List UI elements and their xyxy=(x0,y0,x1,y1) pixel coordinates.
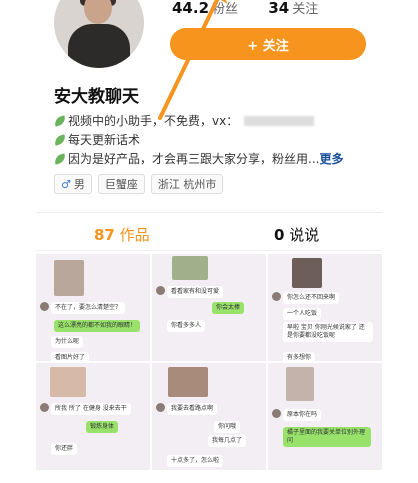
works-label: 作品 xyxy=(119,226,150,244)
leaf-icon xyxy=(52,114,68,127)
photo-image xyxy=(172,256,208,280)
posts-count: 0 xyxy=(274,226,285,244)
bio-text-1: 视频中的小助手，不免费，vx： xyxy=(68,114,239,128)
photo-image xyxy=(168,367,208,397)
avatar-body xyxy=(68,24,130,68)
photo-image xyxy=(54,260,84,296)
chat-bubble: 你问哦 xyxy=(214,421,241,433)
tab-works[interactable]: 87 作品 xyxy=(94,224,150,245)
nickname: 安大教聊天 xyxy=(54,87,139,107)
chat-bubble: 一个人吃饭 xyxy=(283,308,322,320)
leaf-icon xyxy=(52,152,68,165)
work-thumbnail[interactable]: 原本你在吗 橘子里面的我要关单位别外理问 xyxy=(268,363,382,470)
follow-button[interactable]: + 关注 xyxy=(170,28,366,60)
work-thumbnail[interactable]: 你怎么还不回来啊 一个人吃饭 早啦 宝贝 你刚光候说家了 还是你要都没吃饭呢 有… xyxy=(268,254,382,361)
profile-stats: 44.2 粉丝 34 关注 xyxy=(172,0,318,20)
chat-bubble: 橘子里面的我要关单位别外理问 xyxy=(283,427,371,447)
avatar-icon xyxy=(272,409,281,418)
male-icon: ♂ xyxy=(61,177,71,191)
avatar[interactable] xyxy=(54,0,144,68)
tag-location-label: 浙江 杭州市 xyxy=(157,178,217,191)
tag-zodiac-label: 巨蟹座 xyxy=(104,178,138,191)
following-count[interactable]: 34 xyxy=(268,0,289,17)
work-thumbnail[interactable]: 所我 所了 在健身 没来去干 锻炼身体 你还胖 xyxy=(36,363,150,470)
work-thumbnail[interactable]: 不在了，要怎么清楚空？ 这么漂亮的都不如我的眼睛！ 为什么呢 看图片好了 xyxy=(36,254,150,361)
photo-image xyxy=(50,367,86,397)
profile-tags: ♂ 男 巨蟹座 浙江 杭州市 xyxy=(54,174,224,194)
divider xyxy=(36,212,382,213)
tag-location: 浙江 杭州市 xyxy=(150,174,224,194)
works-count: 87 xyxy=(94,226,115,244)
avatar-icon xyxy=(40,403,49,412)
chat-bubble: 早啦 宝贝 你刚光候说家了 还是你要都没吃饭呢 xyxy=(283,322,373,342)
chat-bubble: 锻炼身体 xyxy=(86,421,119,433)
tab-posts[interactable]: 0 说说 xyxy=(274,224,319,245)
chat-bubble: 有多想你 xyxy=(283,352,316,361)
followers-count[interactable]: 44.2 xyxy=(172,0,209,17)
chat-bubble: 这么漂亮的都不如我的眼睛！ xyxy=(54,320,141,332)
bio-text-2: 每天更新话术 xyxy=(68,133,141,147)
chat-bubble: 看图片好了 xyxy=(51,352,90,361)
avatar-icon xyxy=(156,403,165,412)
chat-bubble: 你看多多人 xyxy=(167,320,206,332)
bio-line-1: 视频中的小助手，不免费，vx： xyxy=(52,112,315,129)
chat-bubble: 你还胖 xyxy=(51,443,78,455)
chat-bubble: 为什么呢 xyxy=(51,336,84,348)
chat-bubble: 看看家有和没可爱 xyxy=(167,286,224,298)
tag-gender-label: 男 xyxy=(73,178,85,191)
leaf-icon xyxy=(52,133,68,146)
works-grid: 不在了，要怎么清楚空？ 这么漂亮的都不如我的眼睛！ 为什么呢 看图片好了 看看家… xyxy=(36,254,382,470)
posts-label: 说说 xyxy=(289,226,320,244)
bio-line-2: 每天更新话术 xyxy=(52,131,141,148)
work-thumbnail[interactable]: 我要去看路点啊 你问哦 我每几点了 十点多了，怎么啦 xyxy=(152,363,266,470)
chat-bubble: 我要去看路点啊 xyxy=(167,403,218,415)
bio-line-3: 因为是好产品，才会再三跟大家分享，粉丝用... 更多 xyxy=(52,150,343,167)
chat-bubble: 你会太棒 xyxy=(212,302,245,314)
work-thumbnail[interactable]: 看看家有和没可爱 你会太棒 你看多多人 xyxy=(152,254,266,361)
photo-image xyxy=(286,367,314,401)
avatar-icon xyxy=(272,292,281,301)
chat-bubble: 我每几点了 xyxy=(208,435,247,447)
bio-more-link[interactable]: 更多 xyxy=(319,150,343,167)
avatar-face xyxy=(84,0,112,24)
chat-bubble: 十点多了，怎么啦 xyxy=(167,455,224,467)
following-label[interactable]: 关注 xyxy=(292,2,318,17)
avatar-icon xyxy=(40,302,49,311)
followers-label[interactable]: 粉丝 xyxy=(212,2,238,17)
blurred-contact xyxy=(244,115,315,126)
bio-text-3: 因为是好产品，才会再三跟大家分享，粉丝用... xyxy=(68,152,320,166)
chat-bubble: 你怎么还不回来啊 xyxy=(283,292,340,304)
tabs-divider xyxy=(36,250,382,251)
tag-zodiac: 巨蟹座 xyxy=(97,174,145,194)
avatar-icon xyxy=(156,286,165,295)
chat-bubble: 不在了，要怎么清楚空？ xyxy=(51,302,126,314)
photo-image xyxy=(292,258,322,288)
chat-bubble: 原本你在吗 xyxy=(283,409,322,421)
chat-bubble: 所我 所了 在健身 没来去干 xyxy=(51,403,131,415)
tag-gender: ♂ 男 xyxy=(54,174,92,194)
